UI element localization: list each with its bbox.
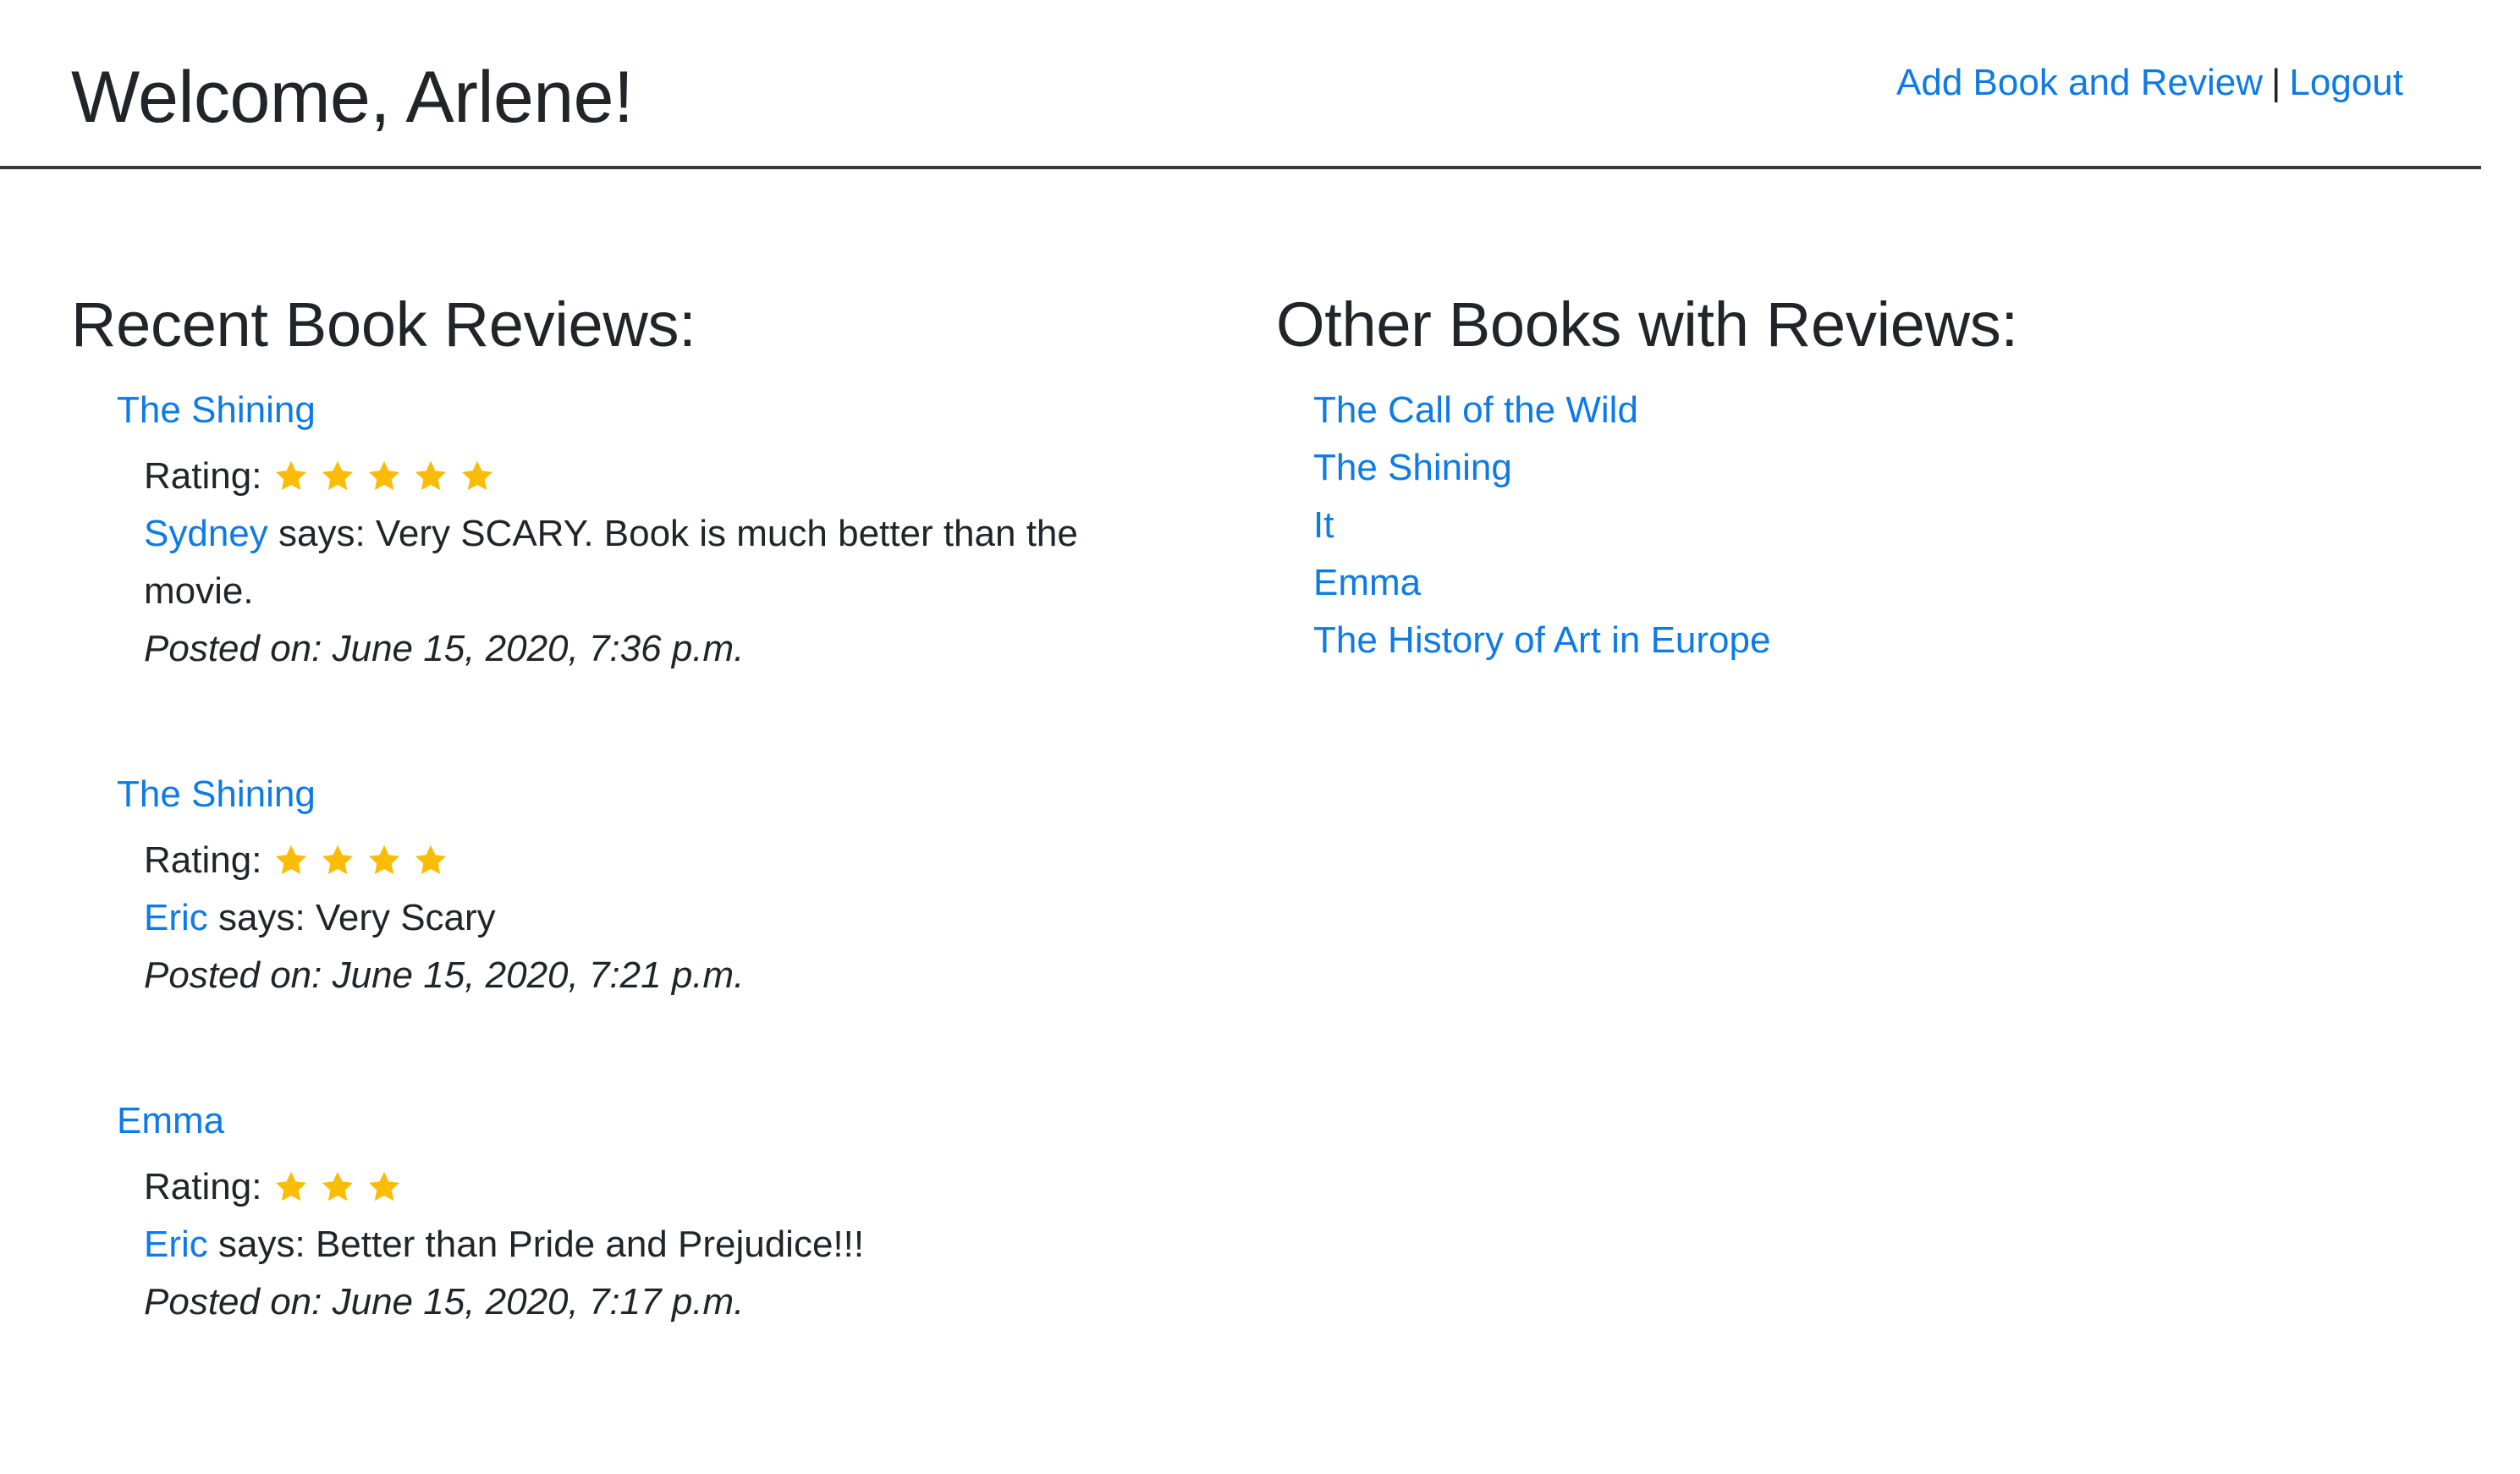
review-book-link[interactable]: Emma [117,1092,1188,1150]
book-link[interactable]: The Call of the Wild [1313,389,1638,431]
reviewer-link[interactable]: Sydney [144,513,268,554]
says-label: says: [267,512,376,554]
star-icon [459,459,495,494]
rating-stars [273,843,459,878]
star-icon [366,843,402,878]
rating-line: Rating: [144,832,1188,889]
review-text-line: Eric says: Better than Pride and Prejudi… [144,1216,1125,1273]
review-body: Rating: Eric says: Better than Pride and… [117,1158,1188,1331]
other-books-title: Other Books with Reviews: [1276,289,2018,360]
star-icon [320,459,355,494]
review-text: Very Scary [315,896,496,938]
reviewer-link[interactable]: Eric [144,1224,208,1265]
list-item: The History of Art in Europe [1313,612,2376,669]
rating-label: Rating: [144,1165,262,1207]
book-link[interactable]: It [1313,504,1334,546]
recent-reviews-title: Recent Book Reviews: [71,289,696,360]
review-item: Emma Rating: Eric says: Better than Prid… [71,1092,1188,1331]
star-icon [366,1169,402,1205]
other-books-section: Other Books with Reviews: The Call of th… [1276,288,2376,669]
top-nav: Add Book and Review | Logout [1896,61,2403,106]
logout-link[interactable]: Logout [2289,62,2403,103]
review-body: Rating: Sydney says: Very SCARY. Book is… [117,448,1188,678]
posted-on: Posted on: June 15, 2020, 7:17 p.m. [144,1280,745,1323]
page-header: Welcome, Arlene! Add Book and Review | Log… [0,0,2481,169]
star-icon [320,843,355,878]
star-icon [366,459,402,494]
review-item: The Shining Rating: Sydney says: Very SC… [71,382,1188,678]
rating-label: Rating: [144,454,262,497]
rating-line: Rating: [144,1158,1188,1216]
posted-on: Posted on: June 15, 2020, 7:36 p.m. [144,627,745,669]
review-book-link[interactable]: The Shining [117,382,1188,439]
star-icon [273,1169,309,1205]
rating-stars [273,459,506,494]
star-icon [273,459,309,494]
review-text-line: Sydney says: Very SCARY. Book is much be… [144,505,1125,620]
rating-stars [273,1169,413,1205]
star-icon [273,843,309,878]
posted-on: Posted on: June 15, 2020, 7:21 p.m. [144,954,745,996]
add-book-review-link[interactable]: Add Book and Review [1896,62,2263,103]
review-text: Better than Pride and Prejudice!!! [315,1223,865,1265]
review-book-link[interactable]: The Shining [117,766,1188,823]
book-link[interactable]: Emma [1313,562,1421,603]
welcome-heading: Welcome, Arlene! [71,57,634,138]
rating-label: Rating: [144,839,262,881]
rating-line: Rating: [144,448,1188,505]
star-icon [320,1169,355,1205]
star-icon [413,843,448,878]
list-item: It [1313,497,2376,554]
book-link[interactable]: The Shining [1313,447,1512,488]
review-body: Rating: Eric says: Very Scary Posted on:… [117,832,1188,1004]
review-item: The Shining Rating: Eric says: Very Scar… [71,766,1188,1004]
says-label: says: [207,1223,316,1265]
other-books-list: The Call of the Wild The Shining It Emma… [1276,382,2376,669]
reviewer-link[interactable]: Eric [144,897,208,938]
list-item: The Shining [1313,439,2376,497]
nav-separator: | [2270,62,2281,103]
recent-reviews-section: Recent Book Reviews: The Shining Rating:… [71,288,1188,1419]
list-item: The Call of the Wild [1313,382,2376,439]
book-link[interactable]: The History of Art in Europe [1313,619,1770,661]
star-icon [413,459,448,494]
review-text-line: Eric says: Very Scary [144,889,1125,947]
says-label: says: [207,896,316,938]
list-item: Emma [1313,554,2376,612]
